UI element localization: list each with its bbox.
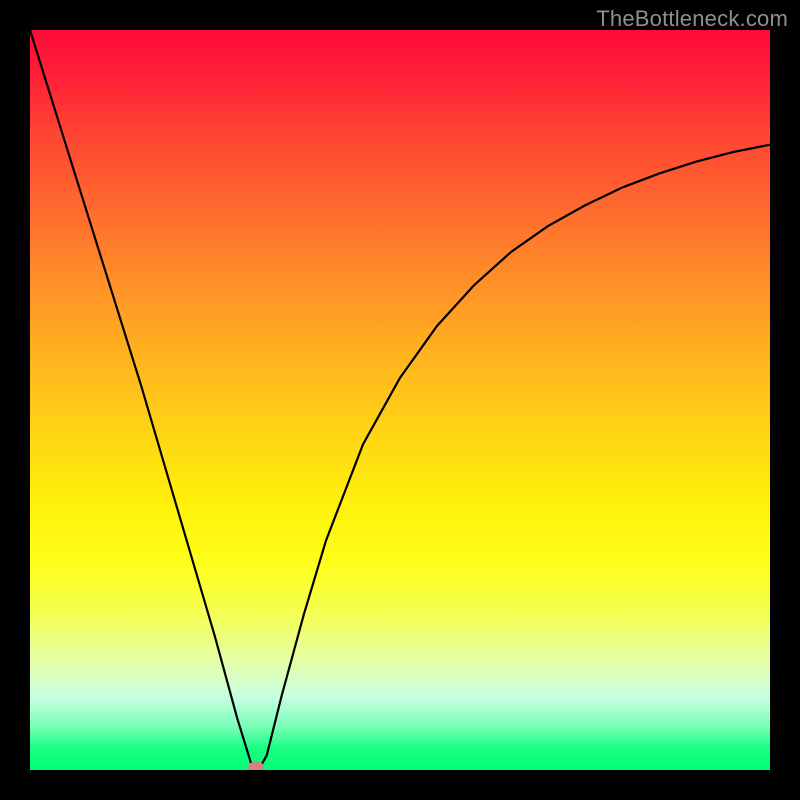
watermark-text: TheBottleneck.com	[596, 6, 788, 32]
chart-frame: TheBottleneck.com	[0, 0, 800, 800]
bottleneck-curve	[30, 30, 770, 770]
minimum-marker	[248, 762, 264, 771]
plot-area	[30, 30, 770, 770]
